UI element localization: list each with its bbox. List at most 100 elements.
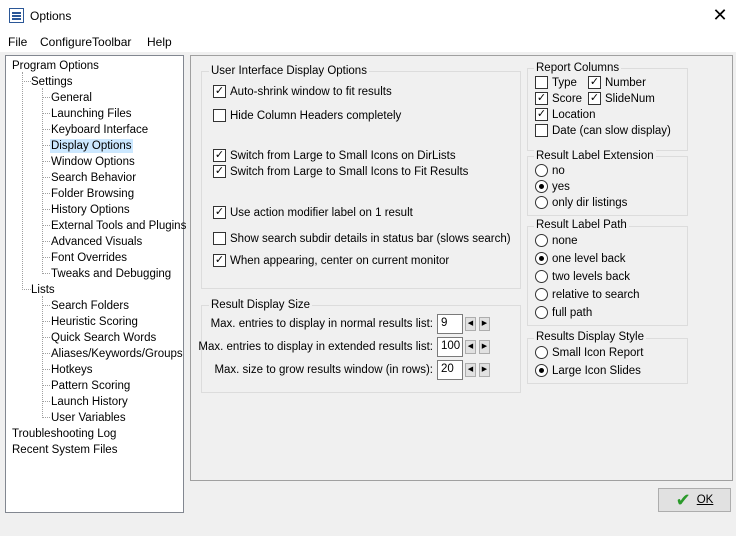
label-path-title: Result Label Path bbox=[534, 219, 629, 231]
tree-item-aliases-keywords-groups[interactable]: Aliases/Keywords/Groups bbox=[50, 347, 184, 361]
checkmark-icon: ✔ bbox=[675, 490, 691, 510]
radio-label: no bbox=[552, 164, 565, 177]
tree-item-folder-browsing[interactable]: Folder Browsing bbox=[50, 187, 135, 201]
spin-right-icon[interactable]: ▶ bbox=[479, 363, 490, 377]
checkbox-label: Auto-shrink window to fit results bbox=[230, 85, 392, 98]
menu-configure-toolbar[interactable]: ConfigureToolbar bbox=[40, 35, 131, 49]
tree-recent-system-files[interactable]: Recent System Files bbox=[12, 443, 117, 457]
title-bar bbox=[0, 0, 736, 32]
checkbox-icon: ✓ bbox=[535, 108, 548, 121]
radio-relative-to-search[interactable]: relative to search bbox=[535, 288, 640, 301]
display-style-group bbox=[527, 338, 688, 384]
tree-item-launching-files[interactable]: Launching Files bbox=[50, 107, 133, 121]
tree-item-keyboard-interface[interactable]: Keyboard Interface bbox=[50, 123, 149, 137]
size-label: Max. entries to display in extended resu… bbox=[198, 341, 433, 353]
ok-button[interactable]: ✔ OK bbox=[658, 488, 731, 512]
tree-item-search-folders[interactable]: Search Folders bbox=[50, 299, 130, 313]
radio-icon bbox=[535, 252, 548, 265]
radio-label: yes bbox=[552, 180, 570, 193]
checkbox-label: Date (can slow display) bbox=[552, 124, 671, 137]
checkbox-auto-shrink-window-to-fit-results[interactable]: ✓ Auto-shrink window to fit results bbox=[213, 85, 392, 98]
tree-item-launch-history[interactable]: Launch History bbox=[50, 395, 129, 409]
tree-lists[interactable]: Lists bbox=[31, 283, 55, 297]
checkbox-label: Type bbox=[552, 76, 577, 89]
size-input[interactable]: 20 bbox=[437, 360, 463, 380]
checkbox-use-action-modifier-label-on-1-result[interactable]: ✓ Use action modifier label on 1 result bbox=[213, 206, 413, 219]
tree-item-history-options[interactable]: History Options bbox=[50, 203, 131, 217]
tree-item-quick-search-words[interactable]: Quick Search Words bbox=[50, 331, 157, 345]
tree-item-display-options[interactable]: Display Options bbox=[50, 139, 133, 153]
checkbox-label: SlideNum bbox=[605, 92, 655, 105]
radio-two-levels-back[interactable]: two levels back bbox=[535, 270, 630, 283]
tree-item-advanced-visuals[interactable]: Advanced Visuals bbox=[50, 235, 143, 249]
checkbox-slidenum[interactable]: ✓ SlideNum bbox=[588, 92, 655, 105]
checkbox-type[interactable]: Type bbox=[535, 76, 577, 89]
radio-large-icon-slides[interactable]: Large Icon Slides bbox=[535, 364, 641, 377]
checkbox-label: When appearing, center on current monito… bbox=[230, 254, 450, 267]
checkbox-switch-from-large-to-small-icons-on-dirl[interactable]: ✓ Switch from Large to Small Icons on Dir… bbox=[213, 149, 456, 162]
spin-right-icon[interactable]: ▶ bbox=[479, 340, 490, 354]
tree-item-search-behavior[interactable]: Search Behavior bbox=[50, 171, 137, 185]
result-display-size-title: Result Display Size bbox=[209, 299, 313, 311]
radio-label: Small Icon Report bbox=[552, 346, 644, 359]
tree-item-pattern-scoring[interactable]: Pattern Scoring bbox=[50, 379, 131, 393]
tree-item-general[interactable]: General bbox=[50, 91, 93, 105]
tree-program-options[interactable]: Program Options bbox=[12, 59, 99, 73]
checkbox-score[interactable]: ✓ Score bbox=[535, 92, 582, 105]
radio-small-icon-report[interactable]: Small Icon Report bbox=[535, 346, 643, 359]
checkbox-hide-column-headers-completely[interactable]: Hide Column Headers completely bbox=[213, 109, 401, 122]
radio-full-path[interactable]: full path bbox=[535, 306, 592, 319]
checkbox-date[interactable]: Date (can slow display) bbox=[535, 124, 671, 137]
tree-item-window-options[interactable]: Window Options bbox=[50, 155, 136, 169]
checkbox-label: Switch from Large to Small Icons on DirL… bbox=[230, 149, 456, 162]
checkbox-icon: ✓ bbox=[213, 254, 226, 267]
spin-left-icon[interactable]: ◀ bbox=[465, 340, 476, 354]
window-title: Options bbox=[30, 9, 72, 23]
spin-right-icon[interactable]: ▶ bbox=[479, 317, 490, 331]
size-input[interactable]: 100 bbox=[437, 337, 463, 357]
checkbox-label: Switch from Large to Small Icons to Fit … bbox=[230, 165, 469, 178]
tree-item-user-variables[interactable]: User Variables bbox=[50, 411, 127, 425]
tree-item-heuristic-scoring[interactable]: Heuristic Scoring bbox=[50, 315, 139, 329]
ui-display-options-title: User Interface Display Options bbox=[209, 65, 369, 77]
radio-label: two levels back bbox=[552, 270, 630, 283]
checkbox-switch-from-large-to-small-icons-to-fit-[interactable]: ✓ Switch from Large to Small Icons to Fit… bbox=[213, 165, 468, 178]
tree-item-font-overrides[interactable]: Font Overrides bbox=[50, 251, 128, 265]
spin-left-icon[interactable]: ◀ bbox=[465, 363, 476, 377]
display-style-title: Results Display Style bbox=[534, 331, 647, 343]
tree-settings[interactable]: Settings bbox=[31, 75, 73, 89]
checkbox-icon: ✓ bbox=[213, 85, 226, 98]
checkbox-icon bbox=[213, 109, 226, 122]
radio-one-level-back[interactable]: one level back bbox=[535, 252, 626, 265]
radio-label: only dir listings bbox=[552, 196, 628, 209]
menu-help[interactable]: Help bbox=[147, 35, 172, 49]
spin-left-icon[interactable]: ◀ bbox=[465, 317, 476, 331]
radio-only-dir-listings[interactable]: only dir listings bbox=[535, 196, 627, 209]
checkbox-icon: ✓ bbox=[588, 92, 601, 105]
checkbox-show-search-subdir-details-in-status-bar[interactable]: Show search subdir details in status bar… bbox=[213, 232, 511, 245]
radio-icon bbox=[535, 288, 548, 301]
radio-no[interactable]: no bbox=[535, 164, 565, 177]
tree-troubleshooting-log[interactable]: Troubleshooting Log bbox=[12, 427, 116, 441]
checkbox-when-appearing-center-on-current-monitor[interactable]: ✓ When appearing, center on current monit… bbox=[213, 254, 449, 267]
size-label: Max. size to grow results window (in row… bbox=[214, 364, 433, 376]
checkbox-icon: ✓ bbox=[535, 92, 548, 105]
radio-label: none bbox=[552, 234, 578, 247]
checkbox-icon bbox=[535, 76, 548, 89]
checkbox-number[interactable]: ✓ Number bbox=[588, 76, 646, 89]
menu-file[interactable]: File bbox=[8, 35, 27, 49]
options-tree[interactable]: Program Options Settings General Launchin… bbox=[5, 55, 187, 513]
ok-label: OK bbox=[696, 494, 714, 506]
close-icon[interactable]: ✕ bbox=[707, 4, 733, 28]
checkbox-label: Show search subdir details in status bar… bbox=[230, 232, 511, 245]
tree-item-external-tools-and-plugins[interactable]: External Tools and Plugins bbox=[50, 219, 187, 233]
tree-item-tweaks-and-debugging[interactable]: Tweaks and Debugging bbox=[50, 267, 172, 281]
radio-label: Large Icon Slides bbox=[552, 364, 641, 377]
size-input[interactable]: 9 bbox=[437, 314, 463, 334]
checkbox-label: Hide Column Headers completely bbox=[230, 109, 402, 122]
checkbox-location[interactable]: ✓ Location bbox=[535, 108, 595, 121]
radio-icon bbox=[535, 306, 548, 319]
tree-item-hotkeys[interactable]: Hotkeys bbox=[50, 363, 94, 377]
radio-yes[interactable]: yes bbox=[535, 180, 570, 193]
radio-none[interactable]: none bbox=[535, 234, 578, 247]
